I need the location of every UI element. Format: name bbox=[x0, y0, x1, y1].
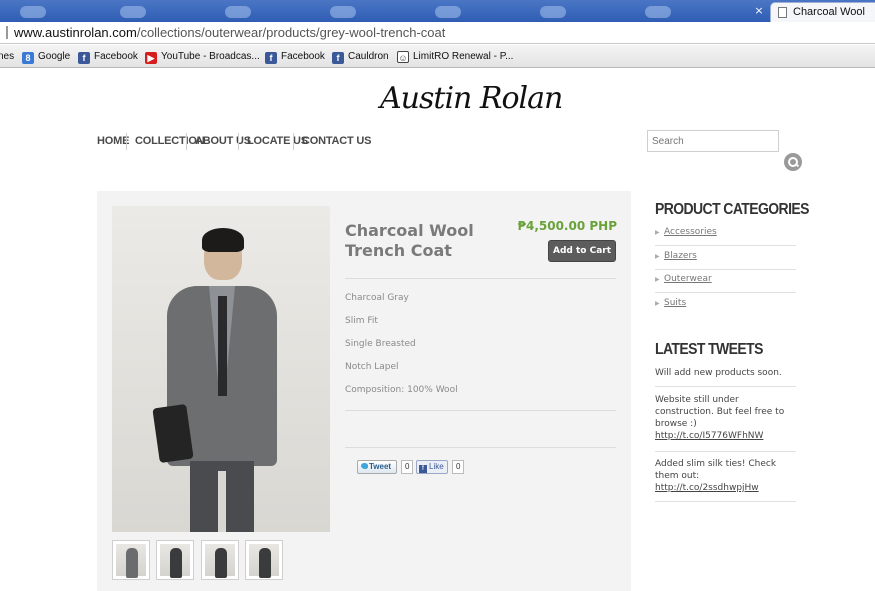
product-price: ₱4,500.00 PHP bbox=[517, 219, 617, 233]
google-icon: 8 bbox=[22, 52, 34, 64]
tweet-text: Added slim silk ties! Check them out: bbox=[655, 459, 777, 481]
bookmark-label: nes bbox=[0, 51, 15, 62]
bookmark-item[interactable]: nes bbox=[0, 50, 14, 63]
product-thumbnail[interactable] bbox=[245, 540, 283, 580]
feature-item: Composition: 100% Wool bbox=[345, 385, 458, 395]
background-tab[interactable] bbox=[645, 6, 671, 18]
nav-divider bbox=[293, 133, 294, 150]
category-link[interactable]: Outerwear bbox=[664, 274, 712, 284]
bookmark-label: YouTube - Broadcas... bbox=[161, 51, 260, 62]
product-thumbnail[interactable] bbox=[156, 540, 194, 580]
bookmarks-bar: nes 8 Google f Facebook ▶ YouTube - Broadca… bbox=[0, 45, 875, 68]
close-icon[interactable]: × bbox=[752, 4, 766, 18]
address-bar[interactable]: www.austinrolan.com/collections/outerwea… bbox=[0, 22, 875, 44]
tweet-button[interactable]: Tweet bbox=[357, 460, 397, 474]
nav-home[interactable]: Home bbox=[97, 132, 129, 150]
facebook-icon: f bbox=[419, 465, 427, 473]
tweet-label: Tweet bbox=[369, 462, 392, 471]
category-blazers[interactable]: ▶ Blazers bbox=[655, 246, 796, 270]
nav-divider bbox=[186, 133, 187, 150]
category-suits[interactable]: ▶ Suits bbox=[655, 293, 796, 317]
tweet-text: Website still under construction. But fe… bbox=[655, 395, 785, 429]
bookmark-label: LimitRO Renewal - P... bbox=[413, 51, 514, 62]
bullet-arrow-icon: ▶ bbox=[655, 229, 660, 236]
tweet-item: Website still under construction. But fe… bbox=[655, 394, 796, 452]
category-link[interactable]: Accessories bbox=[664, 227, 717, 237]
background-tab[interactable] bbox=[330, 6, 356, 18]
youtube-icon: ▶ bbox=[145, 52, 157, 64]
bookmark-youtube[interactable]: ▶ YouTube - Broadcas... bbox=[145, 50, 260, 64]
background-tab[interactable] bbox=[120, 6, 146, 18]
bookmark-label: Cauldron bbox=[348, 51, 389, 62]
bookmark-label: Facebook bbox=[94, 51, 138, 62]
bullet-arrow-icon: ▶ bbox=[655, 276, 660, 283]
bookmark-cauldron[interactable]: f Cauldron bbox=[332, 50, 389, 64]
bookmark-facebook[interactable]: f Facebook bbox=[78, 50, 138, 64]
feature-item: Slim Fit bbox=[345, 316, 378, 326]
divider bbox=[345, 447, 616, 448]
divider bbox=[345, 410, 616, 411]
address-bar-edge bbox=[6, 26, 8, 39]
product-categories-heading: Product Categories bbox=[655, 199, 809, 218]
background-tab[interactable] bbox=[540, 6, 566, 18]
nav-contact-us[interactable]: Contact Us bbox=[302, 132, 371, 150]
url-path: /collections/outerwear/products/grey-woo… bbox=[136, 25, 446, 40]
photo-legs-gap bbox=[218, 471, 226, 532]
facebook-icon: f bbox=[332, 52, 344, 64]
bookmark-limitro[interactable]: ☺ LimitRO Renewal - P... bbox=[397, 50, 513, 63]
tweet-link[interactable]: http://t.co/I5776WFhNW bbox=[655, 430, 796, 442]
tweet-link[interactable]: http://t.co/2ssdhwpjHw bbox=[655, 482, 796, 494]
twitter-bird-icon bbox=[361, 463, 368, 469]
feature-item: Notch Lapel bbox=[345, 362, 399, 372]
site-logo[interactable]: Austin Rolan bbox=[380, 80, 563, 118]
like-count: 0 bbox=[452, 460, 465, 474]
background-tab[interactable] bbox=[20, 6, 46, 18]
search-icon[interactable] bbox=[784, 153, 802, 171]
url-domain: www.austinrolan.com bbox=[14, 25, 137, 40]
bullet-arrow-icon: ▶ bbox=[655, 253, 660, 260]
feature-item: Single Breasted bbox=[345, 339, 416, 349]
category-link[interactable]: Blazers bbox=[664, 251, 697, 261]
category-link[interactable]: Suits bbox=[664, 298, 686, 308]
facebook-like-button[interactable]: f Like bbox=[416, 460, 448, 474]
product-title: Charcoal Wool Trench Coat bbox=[345, 221, 474, 260]
background-tabs bbox=[0, 0, 750, 22]
active-tab[interactable]: Charcoal Wool bbox=[770, 2, 875, 22]
nav-locate-us[interactable]: Locate Us bbox=[247, 132, 308, 150]
browser-tab-strip: × Charcoal Wool bbox=[0, 0, 875, 22]
like-label: Like bbox=[429, 462, 444, 471]
nav-divider bbox=[238, 133, 239, 150]
limitro-icon: ☺ bbox=[397, 51, 409, 63]
page-icon bbox=[778, 7, 787, 18]
bullet-arrow-icon: ▶ bbox=[655, 300, 660, 307]
category-outerwear[interactable]: ▶ Outerwear bbox=[655, 269, 796, 293]
product-main-image[interactable] bbox=[112, 206, 330, 532]
nav-about-us[interactable]: About Us bbox=[195, 132, 251, 150]
add-to-cart-button[interactable]: Add to Cart bbox=[548, 240, 616, 262]
facebook-icon: f bbox=[78, 52, 90, 64]
background-tab[interactable] bbox=[225, 6, 251, 18]
feature-item: Charcoal Gray bbox=[345, 293, 409, 303]
tweet-item: Added slim silk ties! Check them out: ht… bbox=[655, 458, 796, 502]
nav-divider bbox=[126, 133, 127, 150]
bookmark-label: Google bbox=[38, 51, 71, 62]
photo-hair-shape bbox=[202, 228, 244, 252]
tweet-count: 0 bbox=[401, 460, 414, 474]
product-thumbnail[interactable] bbox=[201, 540, 239, 580]
background-tab[interactable] bbox=[435, 6, 461, 18]
bookmark-google[interactable]: 8 Google bbox=[22, 50, 71, 64]
bookmark-label: Facebook bbox=[281, 51, 325, 62]
active-tab-title: Charcoal Wool bbox=[793, 6, 865, 18]
facebook-icon: f bbox=[265, 52, 277, 64]
divider bbox=[345, 278, 616, 279]
tweet-text: Will add new products soon. bbox=[655, 368, 782, 378]
product-thumbnail[interactable] bbox=[112, 540, 150, 580]
bookmark-facebook[interactable]: f Facebook bbox=[265, 50, 325, 64]
tweet-item: Will add new products soon. bbox=[655, 367, 796, 387]
photo-tie-shape bbox=[218, 296, 227, 396]
latest-tweets-heading: Latest Tweets bbox=[655, 339, 763, 358]
category-accessories[interactable]: ▶ Accessories bbox=[655, 222, 796, 246]
search-input[interactable] bbox=[647, 130, 779, 152]
